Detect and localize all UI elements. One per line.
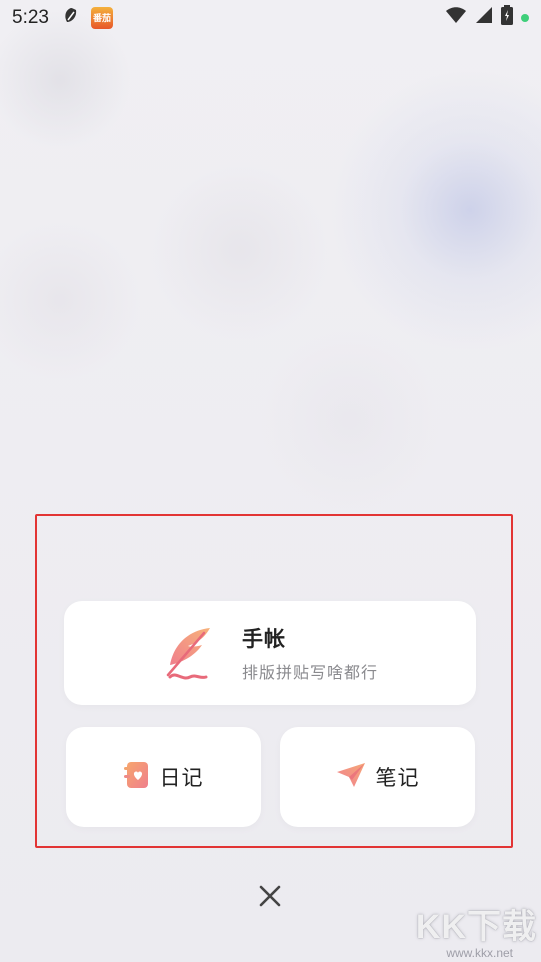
riji-label: 日记 bbox=[159, 766, 204, 790]
riji-button[interactable]: 日记 bbox=[66, 727, 261, 827]
wifi-icon bbox=[445, 6, 467, 30]
close-icon bbox=[259, 885, 281, 911]
status-bar: 5:23 番茄 bbox=[0, 0, 541, 36]
biji-label: 笔记 bbox=[375, 766, 420, 790]
green-dot bbox=[521, 14, 529, 22]
status-time: 5:23 bbox=[12, 7, 49, 28]
biji-button[interactable]: 笔记 bbox=[280, 727, 475, 827]
shouzhang-title: 手帐 bbox=[242, 627, 286, 651]
battery-icon bbox=[501, 5, 513, 31]
feather-icon bbox=[160, 625, 216, 689]
watermark-url: www.kkx.net bbox=[446, 946, 513, 960]
watermark-logo: KK下载 bbox=[415, 908, 537, 946]
app-badge-icon: 番茄 bbox=[90, 7, 113, 29]
signal-icon bbox=[475, 6, 493, 30]
leaf-icon bbox=[61, 5, 81, 31]
shouzhang-subtitle: 排版拼贴写啥都行 bbox=[242, 663, 379, 682]
close-button[interactable] bbox=[252, 880, 288, 916]
paper-plane-icon bbox=[336, 762, 366, 792]
diary-icon bbox=[123, 761, 150, 793]
shouzhang-button[interactable]: 手帐 排版拼贴写啥都行 bbox=[64, 601, 476, 705]
